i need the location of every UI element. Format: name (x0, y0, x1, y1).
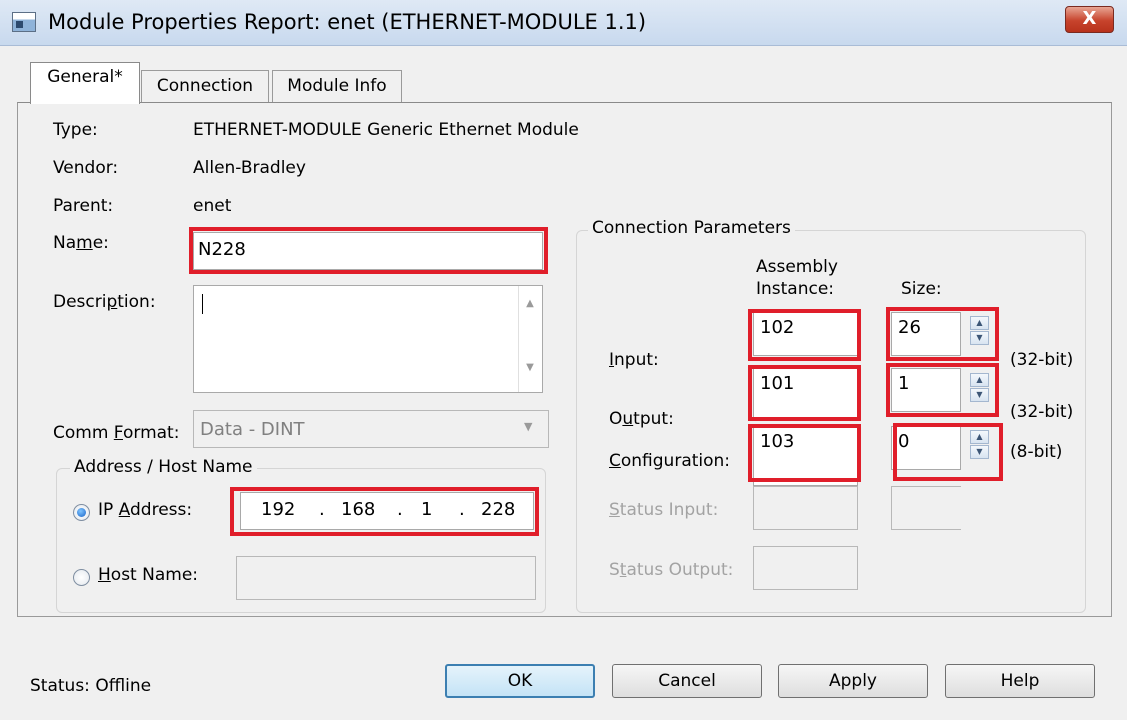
title-bar: Module Properties Report: enet (ETHERNET… (0, 0, 1127, 46)
status-output-label: Status Output: (609, 560, 734, 580)
text-cursor (202, 294, 203, 314)
spin-up-icon[interactable]: ▲ (970, 430, 989, 444)
host-name-radio[interactable] (73, 569, 90, 586)
spin-down-icon[interactable]: ▼ (970, 388, 989, 402)
comm-format-select[interactable]: Data - DINT ▼ (193, 410, 549, 448)
window-icon (12, 12, 36, 32)
size-column-header: Size: (901, 279, 942, 299)
configuration-size-field[interactable]: 0 (891, 426, 961, 470)
close-button[interactable]: X (1065, 6, 1114, 33)
scroll-down-icon[interactable]: ▼ (519, 362, 541, 373)
ip-octet-2[interactable]: 168 (341, 499, 375, 520)
configuration-label: Configuration: (609, 451, 731, 471)
spin-up-icon[interactable]: ▲ (970, 373, 989, 387)
tab-general[interactable]: General* (30, 62, 140, 104)
spin-down-icon[interactable]: ▼ (970, 445, 989, 459)
output-instance-field[interactable]: 101 (753, 368, 858, 420)
ip-octet-4[interactable]: 228 (481, 499, 515, 520)
status-value: Offline (95, 676, 152, 696)
ip-dot: . (459, 499, 465, 520)
ip-address-radio[interactable] (73, 504, 90, 521)
name-label: Name: (53, 233, 109, 253)
status-input-label: Status Input: (609, 500, 719, 520)
parent-label: Parent: (53, 196, 114, 216)
description-label: Description: (53, 292, 156, 312)
output-size-field[interactable]: 1 (891, 368, 961, 412)
ip-address-label: IP Address: (98, 500, 193, 520)
comm-format-label: Comm Format: (53, 423, 180, 443)
input-size-field[interactable]: 26 (891, 312, 961, 356)
instance-column-header: Instance: (756, 279, 835, 299)
output-label: Output: (609, 409, 674, 429)
input-label: Input: (609, 350, 659, 370)
assembly-column-header: Assembly (756, 257, 838, 277)
tab-module-info[interactable]: Module Info (272, 70, 402, 102)
chevron-down-icon[interactable]: ▼ (524, 420, 532, 433)
spin-down-icon[interactable]: ▼ (970, 331, 989, 345)
status-input-size-field (891, 486, 961, 530)
host-name-label: Host Name: (98, 565, 199, 585)
vendor-label: Vendor: (53, 158, 119, 178)
connection-parameters-title: Connection Parameters (588, 218, 795, 238)
cancel-button[interactable]: Cancel (612, 664, 762, 698)
parent-value: enet (193, 196, 232, 216)
status-output-instance-field (753, 546, 858, 590)
tab-connection[interactable]: Connection (141, 70, 269, 102)
name-input[interactable]: N228 (193, 232, 543, 270)
ip-octet-3[interactable]: 1 (421, 499, 432, 520)
output-unit: (32-bit) (1010, 402, 1074, 422)
ip-dot: . (319, 499, 325, 520)
ip-address-input[interactable]: 192 . 168 . 1 . 228 (240, 492, 534, 530)
configuration-unit: (8-bit) (1010, 442, 1063, 462)
host-name-input[interactable] (236, 556, 536, 600)
vendor-value: Allen-Bradley (193, 158, 306, 178)
type-label: Type: (53, 120, 98, 140)
scroll-up-icon[interactable]: ▲ (519, 298, 541, 309)
help-button[interactable]: Help (945, 664, 1095, 698)
ip-dot: . (397, 499, 403, 520)
type-value: ETHERNET-MODULE Generic Ethernet Module (193, 120, 579, 140)
status-input-instance-field (753, 486, 858, 530)
input-instance-field[interactable]: 102 (753, 312, 858, 356)
apply-button[interactable]: Apply (778, 664, 928, 698)
status-label: Status: Offline (30, 676, 152, 696)
configuration-instance-field[interactable]: 103 (753, 426, 858, 486)
window-title: Module Properties Report: enet (ETHERNET… (48, 10, 647, 34)
ok-button[interactable]: OK (445, 664, 595, 698)
address-group-title: Address / Host Name (70, 457, 257, 477)
description-textarea[interactable]: ▲ ▼ (193, 285, 543, 393)
spin-up-icon[interactable]: ▲ (970, 316, 989, 330)
ip-octet-1[interactable]: 192 (261, 499, 295, 520)
input-unit: (32-bit) (1010, 350, 1074, 370)
